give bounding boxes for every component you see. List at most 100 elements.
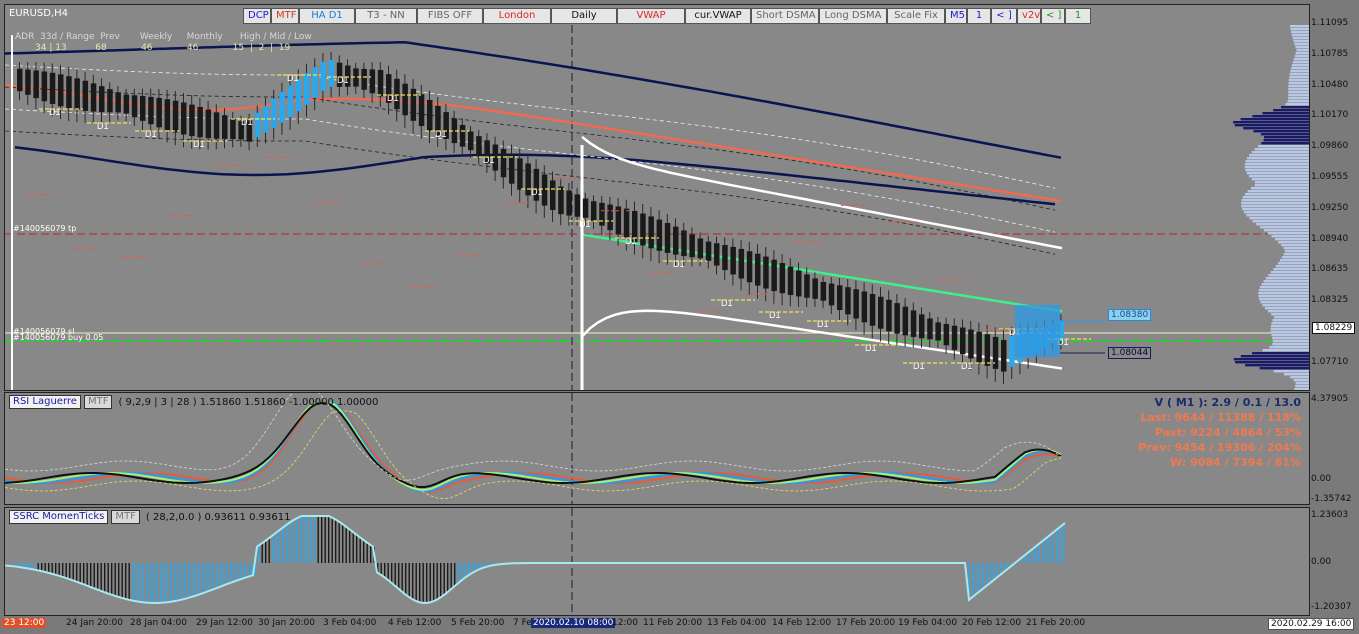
volume-profile-bar — [1243, 127, 1309, 130]
candle-body — [550, 180, 556, 211]
toolbar-button-6[interactable]: Daily — [551, 8, 617, 24]
momentum-bar — [48, 563, 50, 573]
momentum-bar — [429, 563, 431, 603]
momentum-bar — [366, 542, 368, 563]
rsi-laguerre-pane[interactable]: RSI Laguerre MTF ( 9,2,9 | 3 | 28 ) 1.51… — [4, 392, 1310, 505]
momentum-bar — [447, 563, 449, 593]
volume-profile-bar — [1262, 349, 1309, 352]
rsi-mtf-button[interactable]: MTF — [83, 395, 113, 409]
momentum-bar — [1042, 541, 1044, 563]
momentum-bar — [1038, 544, 1040, 563]
volume-profile-bar — [1277, 262, 1309, 265]
momentum-bar — [163, 563, 165, 603]
current-price-tag: 1.08229 — [1312, 322, 1356, 334]
toolbar-button-8[interactable]: cur.VWAP — [685, 8, 751, 24]
volume-profile-bar — [1260, 301, 1309, 304]
candle-body — [66, 76, 72, 109]
momentum-bar — [296, 518, 298, 563]
toolbar-button-2[interactable]: HA D1 — [299, 8, 355, 24]
momentum-bar — [230, 563, 232, 583]
momenticks-pane[interactable]: SSRC MomenTicks MTF ( 28,2,0.0 ) 0.93611… — [4, 507, 1310, 616]
toolbar-button-10[interactable]: Long DSMA — [819, 8, 887, 24]
candle-body — [181, 102, 187, 135]
candle-body — [418, 94, 425, 127]
symbol-label: EURUSD,H4 — [9, 8, 69, 19]
momentum-bar — [317, 516, 319, 563]
toolbar-button-14[interactable]: < ] — [991, 8, 1017, 24]
momentum-bar — [205, 563, 207, 593]
momentum-bar — [975, 563, 977, 595]
candle-body — [689, 234, 695, 258]
volume-profile-bar — [1291, 67, 1309, 70]
momentum-bar — [370, 544, 372, 563]
toolbar-button-3[interactable]: T3 - NN — [355, 8, 417, 24]
volume-profile-bar — [1280, 259, 1309, 262]
momentum-bar — [233, 563, 235, 582]
volume-profile-bar — [1251, 151, 1309, 154]
momentum-bar — [450, 563, 452, 590]
toolbar-button-11[interactable]: Scale Fix — [887, 8, 945, 24]
momentum-bar — [37, 563, 39, 571]
momenticks-mtf-button[interactable]: MTF — [111, 510, 140, 524]
toolbar-button-12[interactable]: M5 — [945, 8, 967, 24]
volume-profile-bar — [1288, 91, 1309, 94]
momentum-bar — [300, 516, 302, 563]
candle-body — [99, 86, 105, 113]
ha-box — [1015, 305, 1060, 357]
toolbar-button-7[interactable]: VWAP — [617, 8, 685, 24]
price-chart-pane[interactable]: D1 D1 D1 D1 D1 D1 D1 D1 D1 D1 D1 D1 D1 D1 D1 D1 D1 D1 D1 D1… — [4, 4, 1310, 391]
volume-profile-bar — [1254, 184, 1309, 187]
candle-body — [1001, 339, 1007, 372]
momentum-bar — [349, 528, 351, 563]
candle-body — [33, 70, 39, 99]
volume-profile-bar — [1240, 118, 1309, 121]
toolbar-button-17[interactable]: 1 — [1065, 8, 1091, 24]
rsi-header: RSI Laguerre MTF ( 9,2,9 | 3 | 28 ) 1.51… — [9, 395, 378, 409]
candle-body — [919, 314, 925, 339]
toolbar-button-13[interactable]: 1 — [967, 8, 991, 24]
price-axis-label: 1.10785 — [1311, 48, 1349, 59]
toolbar-button-4[interactable]: FIBS OFF — [417, 8, 483, 24]
momentum-bar — [41, 563, 43, 572]
momentum-bar — [181, 563, 183, 600]
momentum-bar — [1028, 552, 1030, 563]
candle-body — [17, 68, 23, 92]
toolbar-button-16[interactable]: < ] — [1041, 8, 1065, 24]
momentum-bar — [219, 563, 221, 587]
momentum-bar — [412, 563, 414, 599]
volume-profile-bar — [1264, 307, 1309, 310]
volume-profile-bar — [1287, 100, 1309, 103]
candle-body — [74, 78, 80, 110]
momentum-bar — [114, 563, 116, 596]
toolbar-button-5[interactable]: London — [483, 8, 551, 24]
volume-profile-bar — [1271, 334, 1309, 337]
volume-profile-bar — [1283, 253, 1309, 256]
volume-profile-bar — [1254, 181, 1309, 184]
candle-body — [607, 204, 613, 231]
volume-profile-bar — [1268, 274, 1309, 277]
toolbar-button-15[interactable]: v2v — [1017, 8, 1041, 24]
candle-body — [714, 243, 720, 266]
volume-profile-bar — [1295, 46, 1309, 49]
momentum-bar — [422, 563, 424, 603]
candle-body — [312, 67, 318, 98]
toolbar-button-0[interactable]: DCP — [243, 8, 271, 24]
volume-profile-bar — [1283, 373, 1309, 376]
momentum-bar — [167, 563, 169, 603]
momentum-bar — [279, 530, 281, 563]
toolbar-button-9[interactable]: Short DSMA — [751, 8, 819, 24]
time-axis-label: 3 Feb 04:00 — [323, 618, 377, 628]
time-axis-label: 28 Jan 04:00 — [130, 618, 187, 628]
candle-body — [82, 80, 89, 111]
momentum-bar — [107, 563, 109, 594]
candle-body — [861, 291, 868, 323]
momentum-bar — [972, 563, 974, 598]
momentum-bar — [62, 563, 64, 577]
candle-body — [681, 230, 687, 257]
price-chart-canvas[interactable]: D1D1D1D1D1D1 D1D1D1D1D1D1D1D1D1D1D1D1D1 D1… — [5, 5, 1310, 391]
candle-body — [738, 248, 745, 279]
volume-profile-bar — [1263, 139, 1309, 142]
volume-profile-bar — [1245, 160, 1309, 163]
volume-profile-bar — [1244, 193, 1309, 196]
toolbar-button-1[interactable]: MTF — [271, 8, 299, 24]
